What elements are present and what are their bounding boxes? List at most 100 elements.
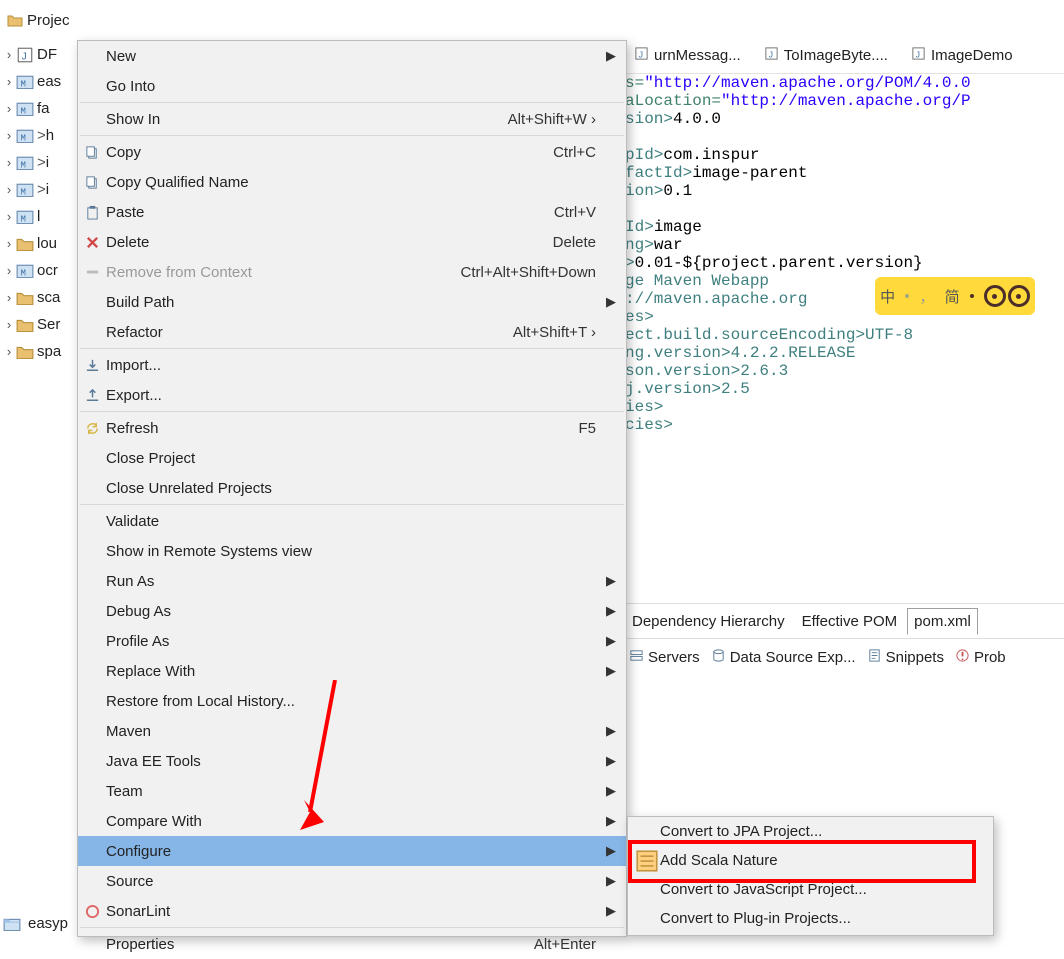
maven-icon: M [16, 74, 34, 90]
java-icon: J [16, 47, 34, 63]
menu-item-remove-from-context: Remove from ContextCtrl+Alt+Shift+Down [78, 257, 626, 287]
menu-item-copy[interactable]: CopyCtrl+C [78, 137, 626, 167]
pom-tab[interactable]: Dependency Hierarchy [625, 608, 792, 635]
sidebar-item[interactable]: ›JDF [0, 41, 77, 68]
submenu-arrow-icon: ▶ [606, 753, 616, 769]
editor-area[interactable]: s="http://maven.apache.org/POM/4.0.0 aLo… [625, 73, 1064, 602]
menu-item-go-into[interactable]: Go Into [78, 71, 626, 101]
menu-item-copy-qualified-name[interactable]: Copy Qualified Name [78, 167, 626, 197]
sidebar-item[interactable]: ›Ml [0, 203, 77, 230]
menu-item-java-ee-tools[interactable]: Java EE Tools▶ [78, 746, 626, 776]
menu-item-close-project[interactable]: Close Project [78, 443, 626, 473]
svg-text:M: M [21, 106, 26, 116]
menu-item-delete[interactable]: DeleteDelete [78, 227, 626, 257]
submenu-item-convert-to-plug-in-projects[interactable]: Convert to Plug-in Projects... [628, 904, 993, 933]
folder-icon [16, 290, 34, 306]
menu-item-validate[interactable]: Validate [78, 506, 626, 536]
menu-item-export[interactable]: Export... [78, 380, 626, 410]
expand-icon[interactable]: › [2, 290, 16, 305]
sidebar-item[interactable]: ›lou [0, 230, 77, 257]
expand-icon[interactable]: › [2, 263, 16, 278]
sidebar-item[interactable]: ›M> h [0, 122, 77, 149]
datasource-icon [711, 648, 726, 667]
submenu-item-convert-to-jpa-project[interactable]: Convert to JPA Project... [628, 817, 993, 846]
menu-separator [80, 504, 624, 505]
menu-item-restore-from-local-history[interactable]: Restore from Local History... [78, 686, 626, 716]
expand-icon[interactable]: › [2, 182, 16, 197]
menu-item-replace-with[interactable]: Replace With▶ [78, 656, 626, 686]
sidebar-item[interactable]: ›Mocr [0, 257, 77, 284]
view-tab[interactable]: Prob [951, 645, 1010, 670]
sidebar-item[interactable]: ›Mfa [0, 95, 77, 122]
sidebar-item[interactable]: ›Ser [0, 311, 77, 338]
menu-item-sonarlint[interactable]: SonarLint▶ [78, 896, 626, 926]
menu-item-refactor[interactable]: RefactorAlt+Shift+T › [78, 317, 626, 347]
copy-icon [78, 145, 106, 160]
submenu-arrow-icon: ▶ [606, 813, 616, 829]
submenu-item-add-scala-nature[interactable]: Add Scala Nature [628, 846, 993, 875]
svg-text:M: M [21, 268, 26, 278]
menu-item-maven[interactable]: Maven▶ [78, 716, 626, 746]
view-tab[interactable]: Snippets [863, 645, 948, 670]
menu-item-team[interactable]: Team▶ [78, 776, 626, 806]
menu-item-show-in-remote-systems-view[interactable]: Show in Remote Systems view [78, 536, 626, 566]
menu-item-debug-as[interactable]: Debug As▶ [78, 596, 626, 626]
expand-icon[interactable]: › [2, 128, 16, 143]
expand-icon[interactable]: › [2, 74, 16, 89]
expand-icon[interactable]: › [2, 344, 16, 359]
menu-item-show-in[interactable]: Show InAlt+Shift+W › [78, 104, 626, 134]
expand-icon[interactable]: › [2, 155, 16, 170]
svg-text:M: M [21, 214, 26, 224]
scala-icon [634, 848, 660, 874]
menu-separator [80, 411, 624, 412]
svg-text:J: J [639, 49, 643, 59]
menu-item-configure[interactable]: Configure▶ [78, 836, 626, 866]
project-explorer[interactable]: ›JDF›Meas›Mfa›M> h›M> i›M> i›Ml›lou›Mocr… [0, 40, 78, 935]
sidebar-item[interactable]: ›M> i [0, 149, 77, 176]
snippets-icon [867, 648, 882, 667]
expand-icon[interactable]: › [2, 47, 16, 62]
menu-item-close-unrelated-projects[interactable]: Close Unrelated Projects [78, 473, 626, 503]
view-tab[interactable]: Servers [625, 645, 704, 670]
menu-item-profile-as[interactable]: Profile As▶ [78, 626, 626, 656]
sidebar-item[interactable]: ›M> i [0, 176, 77, 203]
editor-tab[interactable]: JImageDemo [902, 42, 1022, 69]
servers-icon [629, 648, 644, 667]
shortcut-label: Ctrl+V [554, 204, 626, 221]
editor-tabs: JurnMessag...JToImageByte....JImageDemo [625, 40, 1064, 70]
submenu-item-convert-to-javascript-project[interactable]: Convert to JavaScript Project... [628, 875, 993, 904]
menu-item-compare-with[interactable]: Compare With▶ [78, 806, 626, 836]
menu-item-paste[interactable]: PasteCtrl+V [78, 197, 626, 227]
submenu-arrow-icon: ▶ [606, 723, 616, 739]
submenu-arrow-icon: ▶ [606, 903, 616, 919]
svg-text:J: J [916, 49, 920, 59]
expand-icon[interactable]: › [2, 236, 16, 251]
expand-icon[interactable]: › [2, 317, 16, 332]
menu-item-build-path[interactable]: Build Path▶ [78, 287, 626, 317]
view-tab[interactable]: Data Source Exp... [707, 645, 860, 670]
menu-item-new[interactable]: New▶ [78, 41, 626, 71]
sidebar-item[interactable]: ›Meas [0, 68, 77, 95]
pom-tab[interactable]: Effective POM [795, 608, 905, 635]
sidebar-item[interactable]: ›sca [0, 284, 77, 311]
folder-icon [16, 317, 34, 333]
menu-item-source[interactable]: Source▶ [78, 866, 626, 896]
editor-tab[interactable]: JurnMessag... [625, 42, 750, 69]
editor-tab[interactable]: JToImageByte.... [755, 42, 897, 69]
menu-item-refresh[interactable]: RefreshF5 [78, 413, 626, 443]
submenu-arrow-icon: ▶ [606, 663, 616, 679]
menu-item-import[interactable]: Import... [78, 350, 626, 380]
status-bar-project[interactable]: easyp [3, 915, 68, 932]
maven-icon: M [16, 128, 34, 144]
sidebar-item[interactable]: ›spa [0, 338, 77, 365]
ime-floating-bar[interactable]: 中 ， 简 [875, 277, 1035, 315]
maven-icon: M [16, 101, 34, 117]
configure-submenu: Convert to JPA Project...Add Scala Natur… [627, 816, 994, 936]
menu-item-run-as[interactable]: Run As▶ [78, 566, 626, 596]
shortcut-label: Ctrl+C [553, 144, 626, 161]
menu-item-properties[interactable]: PropertiesAlt+Enter [78, 929, 626, 959]
pom-tab[interactable]: pom.xml [907, 608, 978, 635]
expand-icon[interactable]: › [2, 101, 16, 116]
expand-icon[interactable]: › [2, 209, 16, 224]
export-icon [78, 388, 106, 403]
